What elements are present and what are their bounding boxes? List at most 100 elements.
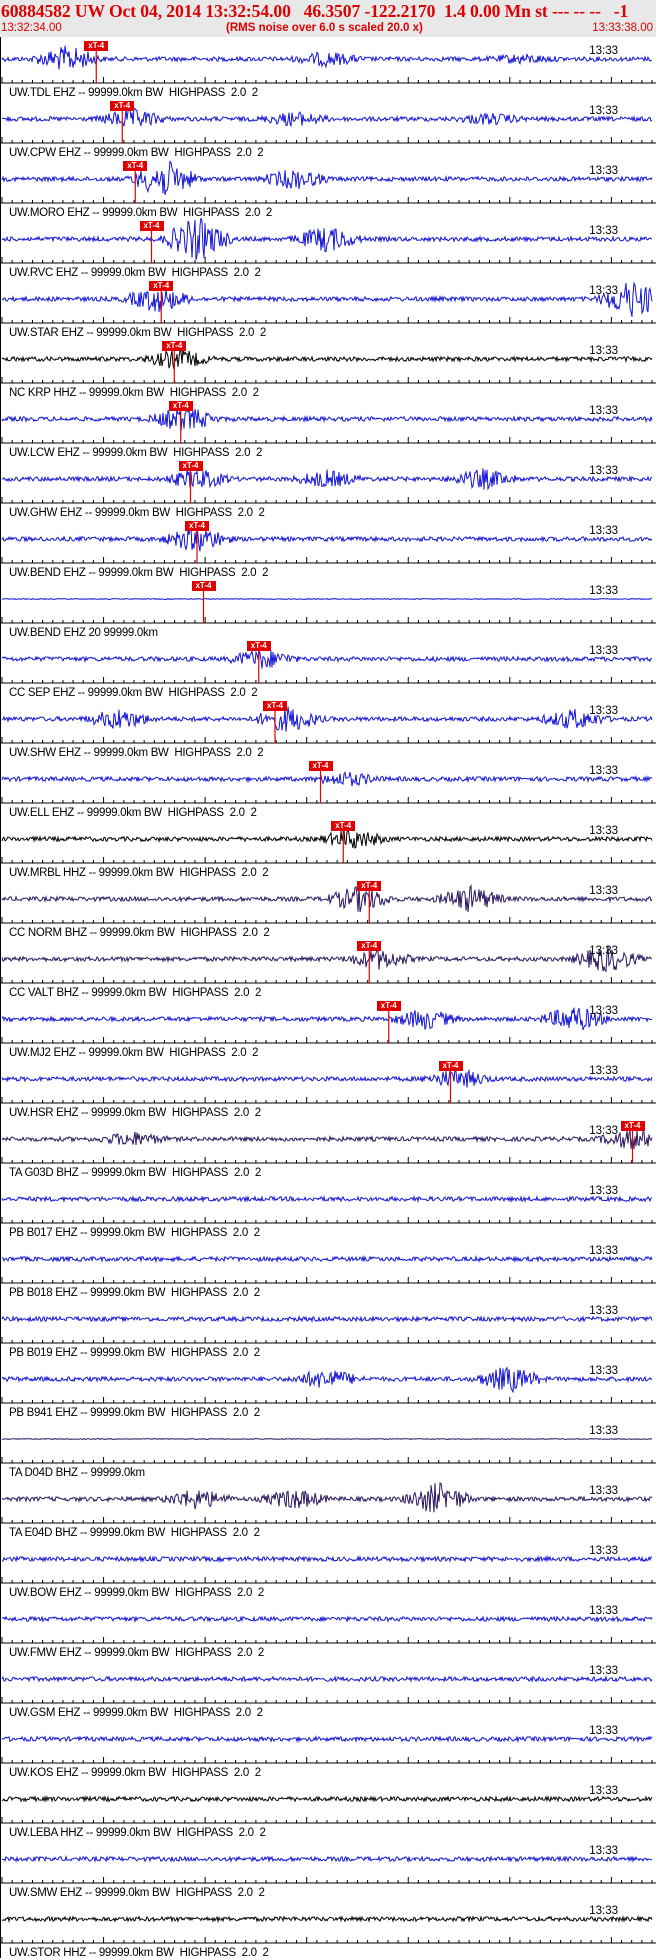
phase-pick-label: xT-4 [438, 1061, 463, 1071]
time-tick-label: 13:33 [589, 1605, 618, 1617]
seismic-waveform [1, 1438, 653, 1440]
phase-pick-label: xT-4 [168, 401, 193, 411]
station-label: UW.MJ2 EHZ -- 99999.0km BW HIGHPASS 2.0 … [9, 1047, 259, 1059]
seismic-waveform [1, 1130, 653, 1150]
station-label: UW.STOR HHZ -- 99999.0km BW HIGHPASS 2.0… [9, 1947, 269, 1959]
time-tick-label: 13:33 [589, 165, 618, 177]
time-tick-label: 13:33 [589, 765, 618, 777]
seismic-waveform [1, 1254, 653, 1264]
station-label: UW.BOW EHZ -- 99999.0km BW HIGHPASS 2.0 … [9, 1587, 264, 1599]
phase-pick-label: xT-4 [149, 281, 174, 291]
phase-pick-label: xT-4 [139, 221, 164, 231]
phase-pick-label: xT-4 [110, 101, 135, 111]
station-label: UW.HSR EHZ -- 99999.0km BW HIGHPASS 2.0 … [9, 1107, 261, 1119]
seismic-waveform [1, 160, 653, 196]
station-label: CC VALT BHZ -- 99999.0km BW HIGHPASS 2.0… [9, 987, 262, 999]
seismic-waveform [1, 884, 653, 913]
station-label: CC SEP EHZ -- 99999.0km BW HIGHPASS 2.0 … [9, 687, 258, 699]
time-tick-label: 13:33 [589, 1425, 618, 1437]
station-label: NC KRP HHZ -- 99999.0km BW HIGHPASS 2.0 … [9, 387, 259, 399]
seismic-waveform [2, 1855, 653, 1863]
phase-pick-label: xT-4 [308, 761, 333, 771]
seismogram-panel: xT-4 13:33 UW.TDL EHZ -- 99999.0km BW HIGH… [0, 37, 656, 1959]
seismic-waveform [1, 1195, 653, 1204]
phase-pick-label: xT-4 [178, 461, 203, 471]
seismic-waveform [1, 468, 653, 491]
time-tick-label: 13:33 [589, 45, 618, 57]
station-label: UW.GHW EHZ -- 99999.0km BW HIGHPASS 2.0 … [9, 507, 265, 519]
time-tick-label: 13:33 [589, 1365, 618, 1377]
time-tick-label: 13:33 [589, 1245, 618, 1257]
seismic-waveform [1, 1795, 653, 1803]
station-label: PB B019 EHZ -- 99999.0km BW HIGHPASS 2.0… [9, 1347, 260, 1359]
seismic-waveform [1, 1675, 653, 1683]
station-label: TA E04D BHZ -- 99999.0km BW HIGHPASS 2.0… [9, 1527, 260, 1539]
seismic-waveform [1, 1314, 653, 1324]
seismic-waveform [1, 526, 653, 552]
time-tick-label: 13:33 [589, 1665, 618, 1677]
seismic-waveform [1, 1735, 653, 1744]
time-tick-label: 13:33 [589, 945, 618, 957]
time-tick-label: 13:33 [589, 705, 618, 717]
seismic-waveform [1, 1366, 653, 1394]
time-tick-label: 13:33 [589, 1725, 618, 1737]
phase-pick-label: xT-4 [84, 41, 109, 51]
station-label: UW.KOS EHZ -- 99999.0km BW HIGHPASS 2.0 … [9, 1767, 261, 1779]
seismic-waveform [1, 706, 653, 732]
station-label: UW.ELL EHZ -- 99999.0km BW HIGHPASS 2.0 … [9, 807, 257, 819]
time-tick-label: 13:33 [589, 1185, 618, 1197]
station-label: UW.FMW EHZ -- 99999.0km BW HIGHPASS 2.0 … [9, 1647, 264, 1659]
phase-pick-label: xT-4 [185, 521, 209, 531]
seismic-waveform [1, 1615, 653, 1624]
phase-pick-label: xT-4 [162, 341, 187, 351]
seismic-waveform [1, 597, 653, 601]
station-label: UW.MORO EHZ -- 99999.0km BW HIGHPASS 2.0… [9, 207, 272, 219]
seismic-waveform [1, 649, 653, 669]
station-label: PB B017 EHZ -- 99999.0km BW HIGHPASS 2.0… [9, 1227, 260, 1239]
station-label: UW.STAR EHZ -- 99999.0km BW HIGHPASS 2.0… [9, 327, 267, 339]
station-label: UW.MRBL HHZ -- 99999.0km BW HIGHPASS 2.0… [9, 867, 269, 879]
station-label: UW.BEND EHZ -- 99999.0km BW HIGHPASS 2.0… [9, 567, 269, 579]
time-tick-label: 13:33 [589, 525, 618, 537]
time-tick-label: 13:33 [589, 465, 618, 477]
station-label: UW.SHW EHZ -- 99999.0km BW HIGHPASS 2.0 … [9, 747, 264, 759]
seismic-waveform [1, 1068, 653, 1088]
time-tick-label: 13:33 [589, 825, 618, 837]
seismic-waveform [1, 1482, 653, 1513]
station-label: UW.SMW EHZ -- 99999.0km BW HIGHPASS 2.0 … [9, 1887, 265, 1899]
phase-pick-label: xT-4 [123, 161, 148, 171]
seismic-waveform [1, 771, 653, 787]
rms-note: (RMS noise over 6.0 s scaled 20.0 x) [226, 22, 423, 34]
station-label: TA G03D BHZ -- 99999.0km BW HIGHPASS 2.0… [9, 1167, 261, 1179]
station-label: UW.BEND EHZ 20 99999.0km [9, 627, 158, 639]
header-bar: 60884582 UW Oct 04, 2014 13:32:54.00 46.… [0, 0, 656, 37]
time-tick-label: 13:33 [589, 1545, 618, 1557]
time-tick-label: 13:33 [589, 645, 618, 657]
seismic-waveform [1, 828, 653, 849]
time-tick-label: 13:33 [589, 105, 618, 117]
station-label: PB B018 EHZ -- 99999.0km BW HIGHPASS 2.0… [9, 1287, 260, 1299]
event-title: 60884582 UW Oct 04, 2014 13:32:54.00 46.… [1, 1, 629, 21]
phase-pick-label: xT-4 [620, 1121, 645, 1131]
time-tick-label: 13:33 [589, 285, 618, 297]
time-tick-label: 13:33 [589, 1305, 618, 1317]
station-label: UW.RVC EHZ -- 99999.0km BW HIGHPASS 2.0 … [9, 267, 261, 279]
time-tick-label: 13:33 [589, 345, 618, 357]
station-label: UW.LCW EHZ -- 99999.0km BW HIGHPASS 2.0 … [9, 447, 263, 459]
time-tick-label: 13:33 [589, 1845, 618, 1857]
time-tick-label: 13:33 [589, 405, 618, 417]
time-tick-label: 13:33 [589, 1485, 618, 1497]
time-tick-label: 13:33 [589, 1905, 618, 1917]
phase-pick-label: xT-4 [191, 581, 216, 591]
seismic-waveform [1, 1007, 653, 1030]
seismic-waveform [1, 349, 653, 370]
station-label: UW.TDL EHZ -- 99999.0km BW HIGHPASS 2.0 … [9, 87, 258, 99]
phase-pick-label: xT-4 [263, 701, 287, 711]
station-label: CC NORM BHZ -- 99999.0km BW HIGHPASS 2.0… [9, 927, 270, 939]
time-tick-label: 13:33 [589, 1065, 618, 1077]
seismic-waveform [1, 945, 653, 973]
station-label: UW.LEBA HHZ -- 99999.0km BW HIGHPASS 2.0… [9, 1827, 266, 1839]
phase-pick-label: xT-4 [331, 821, 356, 831]
phase-pick-label: xT-4 [376, 1001, 401, 1011]
seismic-waveform [1, 406, 653, 432]
